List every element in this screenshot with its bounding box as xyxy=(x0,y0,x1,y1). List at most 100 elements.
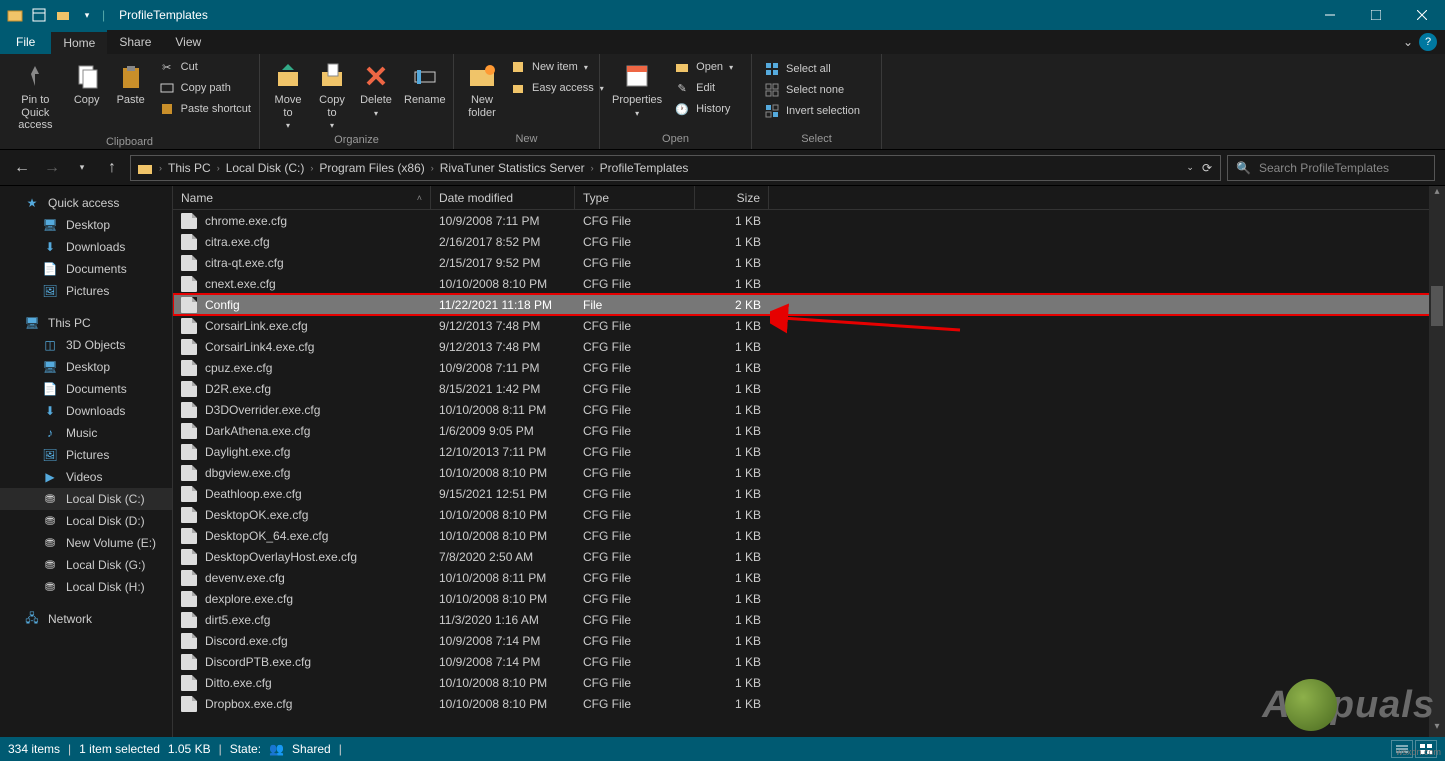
col-size[interactable]: Size xyxy=(695,186,769,209)
scrollbar-thumb[interactable] xyxy=(1431,286,1443,326)
copypath-button[interactable]: Copy path xyxy=(157,79,253,97)
file-row[interactable]: D3DOverrider.exe.cfg10/10/2008 8:11 PMCF… xyxy=(173,399,1445,420)
file-row[interactable]: dbgview.exe.cfg10/10/2008 8:10 PMCFG Fil… xyxy=(173,462,1445,483)
minimize-button[interactable] xyxy=(1307,0,1353,30)
tree-pc-music[interactable]: ♪Music xyxy=(0,422,172,444)
tree-disk-h[interactable]: ⛃Local Disk (H:) xyxy=(0,576,172,598)
tree-documents[interactable]: 📄Documents xyxy=(0,258,172,280)
paste-button[interactable]: Paste xyxy=(109,58,153,109)
qat-newfolder-icon[interactable] xyxy=(54,6,72,24)
file-rows[interactable]: chrome.exe.cfg10/9/2008 7:11 PMCFG File1… xyxy=(173,210,1445,737)
edit-button[interactable]: ✎Edit xyxy=(672,79,735,97)
file-row[interactable]: devenv.exe.cfg10/10/2008 8:11 PMCFG File… xyxy=(173,567,1445,588)
file-row[interactable]: chrome.exe.cfg10/9/2008 7:11 PMCFG File1… xyxy=(173,210,1445,231)
tree-pc-documents[interactable]: 📄Documents xyxy=(0,378,172,400)
invertselection-button[interactable]: Invert selection xyxy=(762,102,862,120)
file-row[interactable]: Deathloop.exe.cfg9/15/2021 12:51 PMCFG F… xyxy=(173,483,1445,504)
tree-downloads[interactable]: ⬇Downloads xyxy=(0,236,172,258)
qat-dropdown-icon[interactable]: ▾ xyxy=(78,6,96,24)
tree-disk-d[interactable]: ⛃Local Disk (D:) xyxy=(0,510,172,532)
scroll-up-icon[interactable]: ▴ xyxy=(1429,186,1445,202)
properties-button[interactable]: Properties▾ xyxy=(606,58,668,120)
rename-button[interactable]: Rename xyxy=(398,58,452,109)
file-row[interactable]: dexplore.exe.cfg10/10/2008 8:10 PMCFG Fi… xyxy=(173,588,1445,609)
file-row[interactable]: DarkAthena.exe.cfg1/6/2009 9:05 PMCFG Fi… xyxy=(173,420,1445,441)
tree-network[interactable]: 🖧Network xyxy=(0,608,172,630)
file-row[interactable]: Config11/22/2021 11:18 PMFile2 KB xyxy=(173,294,1445,315)
tree-pictures[interactable]: 🖼Pictures xyxy=(0,280,172,302)
home-tab[interactable]: Home xyxy=(51,30,107,54)
newfolder-button[interactable]: New folder xyxy=(460,58,504,121)
file-row[interactable]: Daylight.exe.cfg12/10/2013 7:11 PMCFG Fi… xyxy=(173,441,1445,462)
tree-desktop[interactable]: 🖥Desktop xyxy=(0,214,172,236)
moveto-button[interactable]: Move to▾ xyxy=(266,58,310,132)
file-row[interactable]: Dropbox.exe.cfg10/10/2008 8:10 PMCFG Fil… xyxy=(173,693,1445,714)
selectnone-button[interactable]: Select none xyxy=(762,81,862,99)
address-dropdown-icon[interactable]: ⌄ xyxy=(1186,162,1194,173)
up-button[interactable]: ↑ xyxy=(100,156,124,180)
tree-disk-e[interactable]: ⛃New Volume (E:) xyxy=(0,532,172,554)
qat-properties-icon[interactable] xyxy=(30,6,48,24)
file-type: CFG File xyxy=(575,256,695,270)
scroll-down-icon[interactable]: ▾ xyxy=(1429,721,1445,737)
pc-icon: 🖥 xyxy=(24,315,40,331)
tree-3dobjects[interactable]: ◫3D Objects xyxy=(0,334,172,356)
view-tab[interactable]: View xyxy=(163,30,213,54)
tree-pc-downloads[interactable]: ⬇Downloads xyxy=(0,400,172,422)
refresh-icon[interactable]: ⟳ xyxy=(1202,161,1212,175)
file-row[interactable]: D2R.exe.cfg8/15/2021 1:42 PMCFG File1 KB xyxy=(173,378,1445,399)
pin-quickaccess-button[interactable]: Pin to Quick access xyxy=(6,58,65,134)
file-row[interactable]: DesktopOK.exe.cfg10/10/2008 8:10 PMCFG F… xyxy=(173,504,1445,525)
newitem-button[interactable]: New item ▾ xyxy=(508,58,606,76)
file-row[interactable]: DesktopOverlayHost.exe.cfg7/8/2020 2:50 … xyxy=(173,546,1445,567)
share-tab[interactable]: Share xyxy=(107,30,163,54)
file-row[interactable]: cnext.exe.cfg10/10/2008 8:10 PMCFG File1… xyxy=(173,273,1445,294)
file-row[interactable]: citra.exe.cfg2/16/2017 8:52 PMCFG File1 … xyxy=(173,231,1445,252)
history-button[interactable]: 🕐History xyxy=(672,100,735,118)
tree-disk-g[interactable]: ⛃Local Disk (G:) xyxy=(0,554,172,576)
tree-pc-desktop[interactable]: 🖥Desktop xyxy=(0,356,172,378)
file-row[interactable]: CorsairLink.exe.cfg9/12/2013 7:48 PMCFG … xyxy=(173,315,1445,336)
file-tab[interactable]: File xyxy=(0,30,51,54)
nav-tree[interactable]: ★Quick access 🖥Desktop ⬇Downloads 📄Docum… xyxy=(0,186,172,737)
pasteshortcut-button[interactable]: Paste shortcut xyxy=(157,100,253,118)
copy-button[interactable]: Copy xyxy=(65,58,109,109)
open-button[interactable]: Open ▾ xyxy=(672,58,735,76)
file-row[interactable]: DesktopOK_64.exe.cfg10/10/2008 8:10 PMCF… xyxy=(173,525,1445,546)
recent-button[interactable]: ▾ xyxy=(70,156,94,180)
delete-button[interactable]: Delete▾ xyxy=(354,58,398,120)
close-button[interactable] xyxy=(1399,0,1445,30)
help-icon[interactable]: ? xyxy=(1419,33,1437,51)
easyaccess-button[interactable]: Easy access ▾ xyxy=(508,79,606,97)
copyto-button[interactable]: Copy to▾ xyxy=(310,58,354,132)
tree-thispc[interactable]: 🖥This PC xyxy=(0,312,172,334)
address-bar[interactable]: › This PC› Local Disk (C:)› Program File… xyxy=(130,155,1221,181)
file-row[interactable]: cpuz.exe.cfg10/9/2008 7:11 PMCFG File1 K… xyxy=(173,357,1445,378)
file-row[interactable]: dirt5.exe.cfg11/3/2020 1:16 AMCFG File1 … xyxy=(173,609,1445,630)
file-row[interactable]: CorsairLink4.exe.cfg9/12/2013 7:48 PMCFG… xyxy=(173,336,1445,357)
file-row[interactable]: citra-qt.exe.cfg2/15/2017 9:52 PMCFG Fil… xyxy=(173,252,1445,273)
open-icon xyxy=(674,59,690,75)
col-type[interactable]: Type xyxy=(575,186,695,209)
tree-quickaccess[interactable]: ★Quick access xyxy=(0,192,172,214)
vertical-scrollbar[interactable]: ▴ ▾ xyxy=(1429,186,1445,737)
file-row[interactable]: DiscordPTB.exe.cfg10/9/2008 7:14 PMCFG F… xyxy=(173,651,1445,672)
file-row[interactable]: Ditto.exe.cfg10/10/2008 8:10 PMCFG File1… xyxy=(173,672,1445,693)
file-date: 7/8/2020 2:50 AM xyxy=(431,550,575,564)
ribbon-collapse-icon[interactable]: ⌄ xyxy=(1397,30,1419,54)
search-input[interactable]: 🔍 Search ProfileTemplates xyxy=(1227,155,1435,181)
column-headers[interactable]: Name˄ Date modified Type Size xyxy=(173,186,1445,210)
forward-button[interactable]: → xyxy=(40,156,64,180)
file-icon xyxy=(181,255,197,271)
back-button[interactable]: ← xyxy=(10,156,34,180)
col-date[interactable]: Date modified xyxy=(431,186,575,209)
tree-disk-c[interactable]: ⛃Local Disk (C:) xyxy=(0,488,172,510)
col-name[interactable]: Name˄ xyxy=(173,186,431,209)
tree-pc-pictures[interactable]: 🖼Pictures xyxy=(0,444,172,466)
maximize-button[interactable] xyxy=(1353,0,1399,30)
file-type: CFG File xyxy=(575,466,695,480)
cut-button[interactable]: ✂Cut xyxy=(157,58,253,76)
tree-pc-videos[interactable]: ▶Videos xyxy=(0,466,172,488)
file-row[interactable]: Discord.exe.cfg10/9/2008 7:14 PMCFG File… xyxy=(173,630,1445,651)
selectall-button[interactable]: Select all xyxy=(762,60,862,78)
